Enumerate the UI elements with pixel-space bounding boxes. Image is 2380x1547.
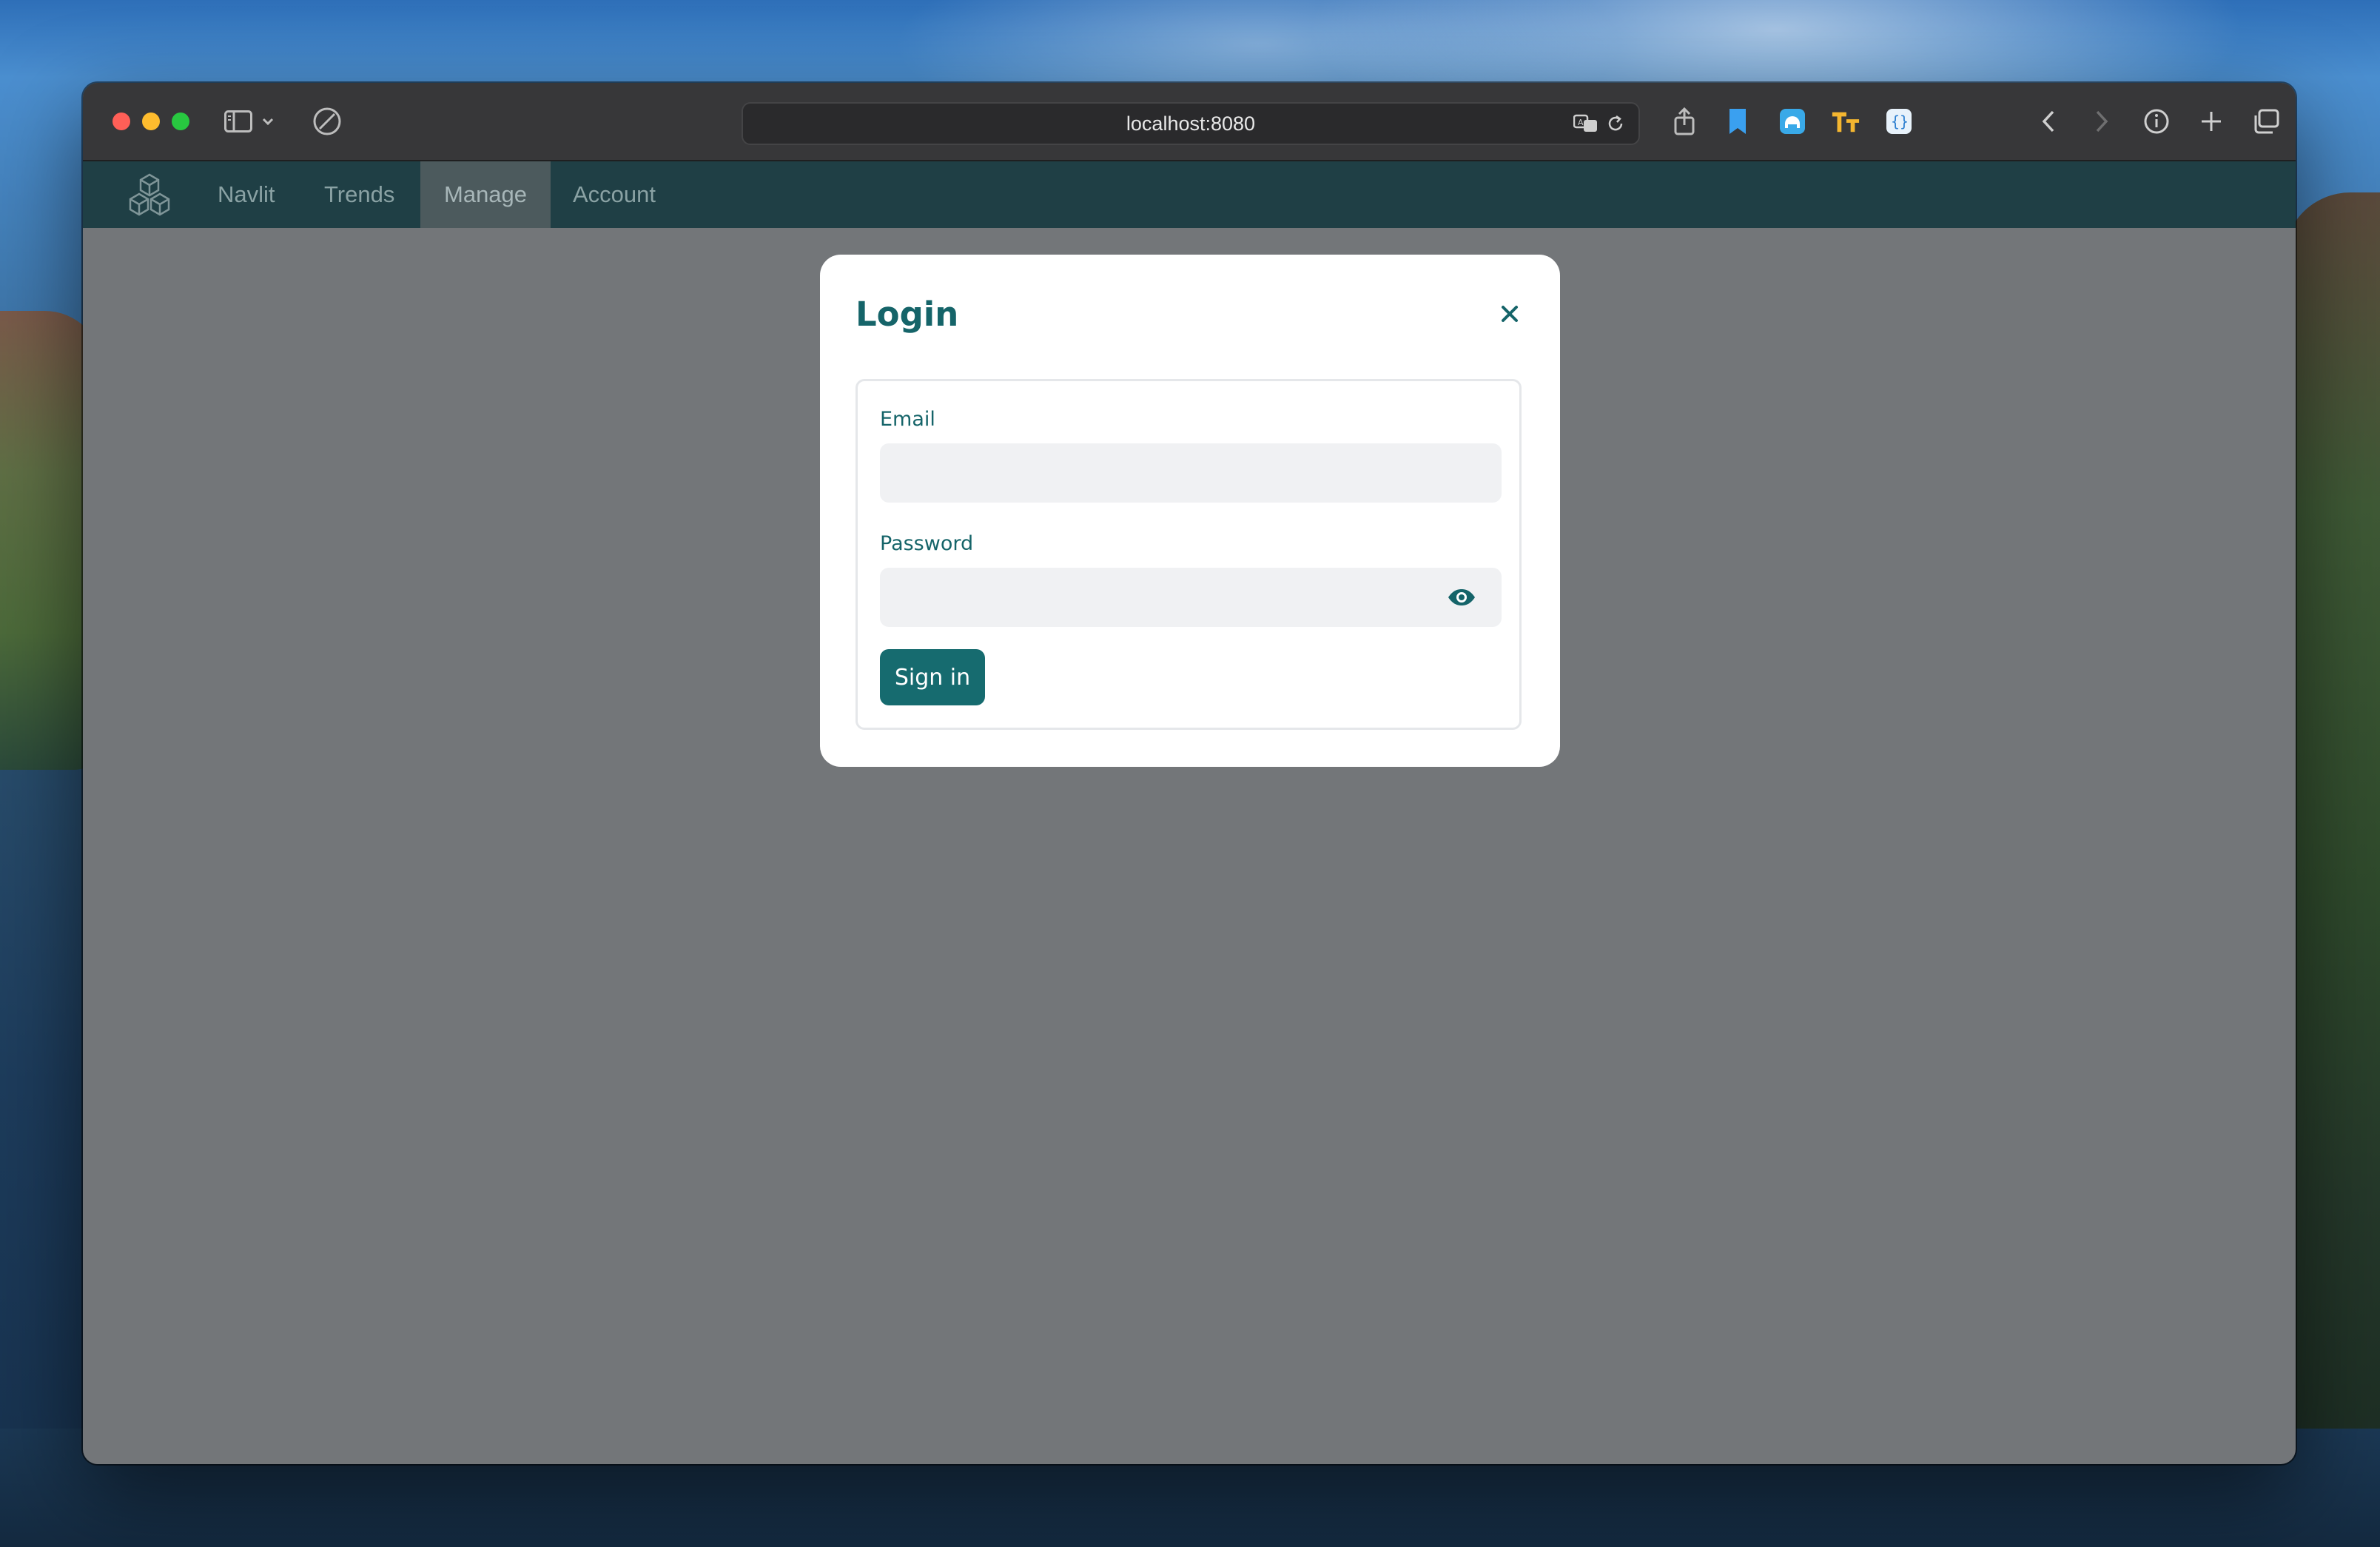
eye-icon[interactable] <box>1445 581 1478 614</box>
nav-item-manage[interactable]: Manage <box>420 161 551 228</box>
browser-toolbar: localhost:8080 A {} <box>83 83 2296 161</box>
password-label: Password <box>880 532 974 555</box>
extension-icon[interactable] <box>1778 107 1807 136</box>
email-label: Email <box>880 408 935 431</box>
svg-text:A: A <box>1578 118 1584 127</box>
url-text[interactable]: localhost:8080 <box>743 104 1638 144</box>
brackets-icon[interactable]: {} <box>1884 107 1914 136</box>
translate-icon[interactable]: A <box>1573 111 1599 136</box>
bookmark-icon[interactable] <box>1723 107 1752 136</box>
close-icon[interactable] <box>1495 299 1525 329</box>
address-bar[interactable]: localhost:8080 A <box>742 102 1640 145</box>
plus-icon[interactable] <box>2196 107 2226 136</box>
zoom-window-button[interactable] <box>172 113 189 130</box>
nav-item-trends[interactable]: Trends <box>300 161 418 228</box>
info-icon[interactable] <box>2142 107 2171 136</box>
back-icon[interactable] <box>2034 107 2063 136</box>
login-form: Email Password Sign in <box>855 379 1522 730</box>
nav-item-navlit[interactable]: Navlit <box>194 161 299 228</box>
reload-icon[interactable] <box>1603 111 1628 136</box>
cubes-logo-icon[interactable] <box>126 172 173 219</box>
chevron-down-icon[interactable] <box>258 107 278 136</box>
browser-window: localhost:8080 A {} Navlit Trends Manage… <box>83 83 2296 1464</box>
share-icon[interactable] <box>1670 107 1699 136</box>
sidebar-icon[interactable] <box>223 107 253 136</box>
text-size-icon[interactable] <box>1831 107 1860 136</box>
svg-text:{}: {} <box>1891 113 1909 130</box>
sign-in-button[interactable]: Sign in <box>880 649 985 705</box>
minimize-window-button[interactable] <box>142 113 160 130</box>
email-field[interactable] <box>880 443 1502 503</box>
forward-icon[interactable] <box>2087 107 2117 136</box>
modal-title: Login <box>855 295 959 334</box>
tabs-overview-icon[interactable] <box>2251 107 2281 136</box>
close-window-button[interactable] <box>112 113 130 130</box>
password-field[interactable] <box>880 568 1502 627</box>
app-navbar: Navlit Trends Manage Account <box>83 161 2296 228</box>
nav-item-account[interactable]: Account <box>549 161 679 228</box>
no-entry-icon[interactable] <box>312 107 342 136</box>
login-modal: Login Email Password Sign in <box>820 255 1560 767</box>
desktop-hill-right <box>2284 192 2380 1451</box>
